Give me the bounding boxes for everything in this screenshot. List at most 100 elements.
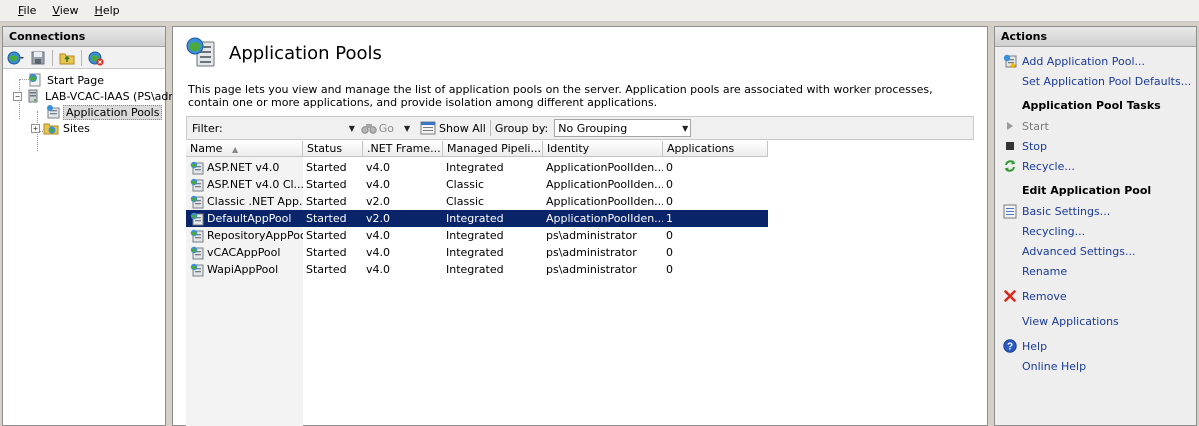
pool-name: ASP.NET v4.0 (207, 161, 280, 174)
tree-item-application-pools[interactable]: Application Pools (45, 104, 163, 120)
cell-identity: ps\administrator (546, 246, 637, 259)
collapse-icon[interactable]: − (13, 91, 22, 101)
set-defaults-label: Set Application Pool Defaults... (1022, 74, 1192, 88)
page-header: Application Pools (185, 36, 382, 70)
table-row[interactable]: RepositoryAppPool Started v4.0 Integrate… (186, 227, 768, 244)
pool-name: WapiAppPool (207, 263, 279, 276)
expand-icon[interactable]: + (31, 123, 40, 133)
recycle-label: Recycle... (1022, 159, 1075, 173)
start-label: Start (1022, 119, 1049, 133)
action-rename[interactable]: Rename (995, 261, 1196, 281)
column-header-managed-pipeline[interactable]: Managed Pipeli... (443, 141, 543, 157)
disconnect-icon[interactable] (86, 49, 106, 67)
action-set-defaults[interactable]: Set Application Pool Defaults... (995, 71, 1196, 91)
action-remove[interactable]: Remove (995, 286, 1196, 306)
column-header-name[interactable]: Name ▲ (186, 141, 303, 157)
rename-label: Rename (1022, 264, 1068, 278)
filter-input[interactable] (226, 119, 347, 137)
globe-connect-icon[interactable] (6, 49, 26, 67)
cell-name: ASP.NET v4.0 (186, 159, 303, 176)
up-folder-icon[interactable] (57, 49, 77, 67)
cell-pipeline: Integrated (446, 246, 504, 259)
show-all-icon (420, 121, 436, 135)
cell-identity: ApplicationPoolIden... (546, 195, 663, 208)
column-header-status[interactable]: Status (303, 141, 363, 157)
pool-name: ASP.NET v4.0 Cl... (207, 178, 303, 191)
grid-header: Name ▲ Status .NET Frame... Managed Pipe… (186, 141, 768, 157)
action-recycle[interactable]: Recycle... (995, 156, 1196, 176)
tree-label-server: LAB-VCAC-IAAS (PS\adm (45, 89, 180, 103)
cell-status: Started (306, 246, 347, 259)
table-row-selected[interactable]: DefaultAppPool Started v2.0 Integrated A… (186, 210, 768, 227)
sort-ascending-icon: ▲ (231, 145, 239, 154)
table-row[interactable]: ASP.NET v4.0 Cl... Started v4.0 Classic … (186, 176, 768, 193)
action-basic-settings[interactable]: Basic Settings... (995, 201, 1196, 221)
go-dropdown-icon[interactable]: ▼ (402, 124, 412, 133)
remove-x-icon (999, 290, 1021, 302)
show-all-button[interactable]: Show All (420, 121, 486, 135)
connections-tree: Start Page − LAB-VCAC-IAAS (PS\adm Appli… (3, 69, 179, 151)
menu-view-accel: V (52, 3, 60, 17)
cell-applications: 0 (666, 195, 673, 208)
cell-identity: ApplicationPoolIden... (546, 212, 663, 225)
cell-status: Started (306, 161, 347, 174)
menu-help[interactable]: Help (87, 0, 128, 22)
start-page-icon (29, 73, 41, 87)
cell-applications: 0 (666, 229, 673, 242)
tree-item-sites[interactable]: + Sites (31, 120, 92, 136)
action-stop[interactable]: Stop (995, 136, 1196, 156)
table-row[interactable]: vCACAppPool Started v4.0 Integrated ps\a… (186, 244, 768, 261)
action-view-applications[interactable]: View Applications (995, 311, 1196, 331)
action-recycling[interactable]: Recycling... (995, 221, 1196, 241)
cell-name: DefaultAppPool (186, 210, 303, 227)
pool-name: DefaultAppPool (207, 212, 292, 225)
cell-applications: 1 (666, 212, 673, 225)
action-advanced-settings[interactable]: Advanced Settings... (995, 241, 1196, 261)
group-by-select[interactable]: No Grouping ▼ (554, 119, 692, 137)
pool-name: Classic .NET App... (207, 195, 303, 208)
page-title: Application Pools (229, 42, 382, 64)
cell-name: WapiAppPool (186, 261, 303, 278)
menu-file[interactable]: File (10, 0, 44, 22)
advanced-settings-label: Advanced Settings... (1022, 244, 1136, 258)
table-row[interactable]: Classic .NET App... Started v2.0 Classic… (186, 193, 768, 210)
tree-item-start-page[interactable]: Start Page (27, 72, 106, 88)
stop-icon (999, 141, 1021, 151)
cell-identity: ps\administrator (546, 229, 637, 242)
action-help[interactable]: ? Help (995, 336, 1196, 356)
menu-bar: File View Help (0, 0, 1199, 22)
app-pool-icon (190, 263, 204, 276)
cell-net-version: v2.0 (366, 195, 391, 208)
action-online-help[interactable]: Online Help (995, 356, 1196, 376)
tree-label-application-pools: Application Pools (63, 104, 163, 120)
tree-item-server[interactable]: − LAB-VCAC-IAAS (PS\adm (13, 88, 181, 104)
app-pool-icon (190, 229, 204, 242)
connections-pane: Connections Start Page − LAB-VCAC-IAAS (… (2, 26, 179, 426)
menu-view[interactable]: View (44, 0, 86, 22)
add-pool-icon (999, 53, 1021, 69)
group-by-label: Group by: (494, 121, 549, 135)
grid-rows: ASP.NET v4.0 Started v4.0 Integrated App… (186, 159, 768, 278)
cell-status: Started (306, 178, 347, 191)
save-icon[interactable] (28, 49, 48, 67)
table-row[interactable]: WapiAppPool Started v4.0 Integrated ps\a… (186, 261, 768, 278)
table-row[interactable]: ASP.NET v4.0 Started v4.0 Integrated App… (186, 159, 768, 176)
pool-name: RepositoryAppPool (207, 229, 303, 242)
menu-view-label: iew (59, 3, 79, 17)
filter-bar: Filter: ▼ Go ▼ Show All Group by: No Gro… (186, 116, 974, 140)
filter-dropdown-icon[interactable]: ▼ (347, 124, 357, 133)
actions-list: Add Application Pool... Set Application … (995, 47, 1196, 376)
go-button[interactable]: Go (361, 122, 394, 135)
action-add-application-pool[interactable]: Add Application Pool... (995, 51, 1196, 71)
play-icon (999, 121, 1021, 131)
action-start[interactable]: Start (995, 116, 1196, 136)
cell-name: Classic .NET App... (186, 193, 303, 210)
cell-pipeline: Integrated (446, 263, 504, 276)
column-header-identity[interactable]: Identity (543, 141, 663, 157)
application-pools-grid: Name ▲ Status .NET Frame... Managed Pipe… (186, 141, 974, 426)
add-pool-label: Add Application Pool... (1022, 54, 1145, 68)
cell-pipeline: Classic (446, 195, 485, 208)
column-header-applications[interactable]: Applications (663, 141, 768, 157)
column-header-net-framework[interactable]: .NET Frame... (363, 141, 443, 157)
cell-net-version: v4.0 (366, 246, 391, 259)
